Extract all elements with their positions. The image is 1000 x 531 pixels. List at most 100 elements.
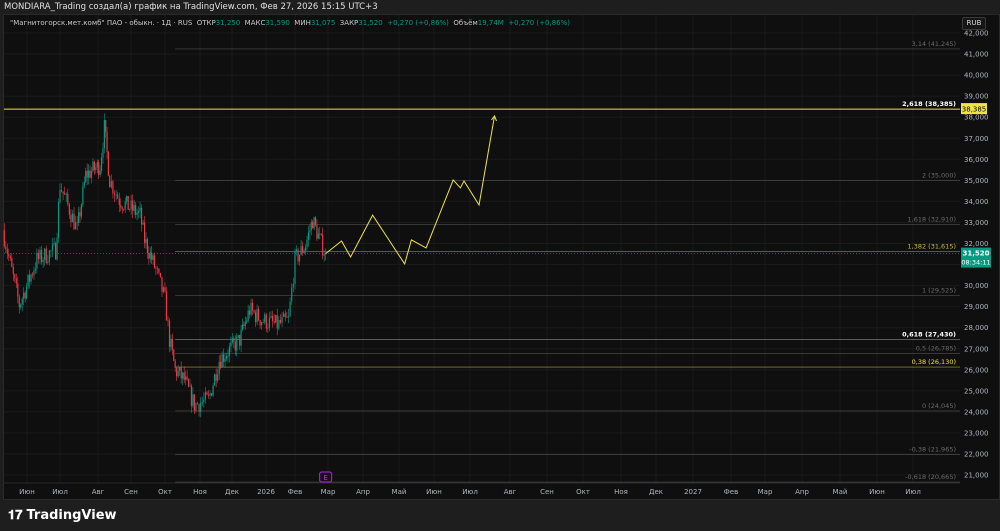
- candle-body: [99, 170, 101, 175]
- candle-body: [53, 243, 55, 245]
- candle-body: [3, 230, 5, 247]
- price-tick-label: 38,000: [964, 114, 989, 122]
- price-tick-label: 23,000: [964, 429, 989, 437]
- candle-body: [168, 320, 171, 347]
- candle-body: [259, 320, 261, 326]
- candle-body: [110, 181, 112, 188]
- symbol-name[interactable]: "Магнитогорск.мет.комб" ПАО - обыкн. · 1…: [10, 19, 192, 27]
- candle-body: [322, 234, 324, 256]
- fib-level-label: 1,618 (32,910): [908, 215, 957, 223]
- candle-body: [224, 358, 226, 362]
- candle-body: [212, 385, 214, 396]
- candle-body: [295, 249, 298, 251]
- candle-body: [98, 162, 100, 175]
- candle-body: [158, 268, 160, 273]
- candle-body: [139, 207, 141, 211]
- price-tick-label: 24,000: [964, 408, 989, 416]
- price-tick-label: 40,000: [964, 72, 989, 80]
- candle-body: [62, 191, 64, 194]
- candle-body: [230, 342, 232, 347]
- time-tick-label: Авг: [92, 488, 105, 496]
- candle-body: [183, 372, 185, 380]
- candle-body: [121, 207, 123, 210]
- candle-body: [83, 181, 85, 187]
- last-price-badge-price: 31,520: [962, 250, 989, 258]
- candle-body: [233, 338, 235, 342]
- candle-body: [309, 230, 311, 233]
- time-tick-label: Сен: [124, 488, 138, 496]
- candle-body: [198, 404, 200, 412]
- price-tick-label: 25,000: [964, 387, 989, 395]
- candle-body: [306, 239, 308, 248]
- candle-body: [59, 189, 61, 203]
- tradingview-logo[interactable]: 𝟏𝟕 TradingView: [8, 508, 117, 523]
- candle-body: [5, 246, 7, 250]
- candle-body: [144, 222, 146, 243]
- candle-body: [278, 320, 280, 329]
- candle-body: [156, 268, 159, 270]
- candle-body: [151, 252, 153, 260]
- candle-body: [20, 304, 22, 308]
- time-tick-label: Июл: [52, 488, 68, 496]
- candle-body: [42, 259, 44, 263]
- candle-body: [204, 392, 206, 400]
- time-tick-label: Авг: [504, 488, 517, 496]
- candle-body: [192, 394, 194, 406]
- low-value: 31,075: [310, 19, 336, 27]
- high-value: 31,590: [265, 19, 290, 27]
- candle-body: [203, 399, 205, 402]
- candle-body: [289, 301, 291, 317]
- candle-body: [155, 267, 157, 269]
- candle-body: [319, 233, 321, 235]
- candle-body: [129, 209, 131, 210]
- candle-body: [127, 195, 129, 210]
- candle-body: [95, 167, 97, 171]
- candle-body: [44, 248, 46, 260]
- candle-body: [215, 374, 217, 381]
- price-tick-label: 37,000: [964, 135, 989, 143]
- candle-body: [106, 132, 108, 153]
- price-tick-label: 21,000: [964, 472, 989, 480]
- candle-body: [123, 209, 125, 211]
- price-tick-label: 27,000: [964, 345, 989, 353]
- earnings-marker-label: E: [323, 474, 327, 482]
- candle-body: [173, 349, 175, 361]
- time-tick-label: Мар: [321, 488, 336, 496]
- time-tick-label: Апр: [356, 488, 370, 496]
- price-tick-label: 42,000: [964, 30, 989, 38]
- candle-body: [210, 393, 213, 396]
- time-tick-label: Окт: [158, 488, 172, 496]
- price-tick-label: 32,000: [964, 240, 989, 248]
- chart-canvas: 21,000 22,000 23,000 24,000 25,000 26,000 27,0…: [3, 15, 991, 496]
- candle-body: [284, 313, 286, 317]
- target-price-badge-label: 38,385: [962, 106, 987, 114]
- candle-body: [27, 274, 29, 287]
- candle-body: [120, 205, 122, 208]
- time-tick-label: Июл: [905, 488, 921, 496]
- candle-body: [152, 255, 154, 260]
- candle-body: [253, 310, 255, 313]
- candle-body: [201, 401, 203, 404]
- currency-button[interactable]: RUB: [962, 17, 986, 30]
- candle-body: [286, 316, 288, 318]
- candle-body: [312, 222, 314, 229]
- price-tick-label: 39,000: [964, 93, 989, 101]
- candle-body: [39, 249, 41, 259]
- candle-body: [124, 201, 126, 210]
- candle-body: [267, 327, 269, 329]
- candle-body: [227, 356, 229, 357]
- candle-body: [320, 233, 322, 235]
- candle-body: [189, 385, 191, 387]
- price-tick-label: 22,000: [964, 451, 989, 459]
- candle-body: [88, 170, 90, 178]
- price-tick-label: 41,000: [964, 51, 989, 59]
- candle-body: [118, 198, 120, 206]
- candle-body: [164, 287, 166, 292]
- candle-body: [105, 120, 107, 133]
- candle-body: [174, 360, 176, 368]
- candle-body: [256, 309, 258, 323]
- candle-body: [176, 367, 178, 377]
- candle-body: [149, 252, 151, 259]
- candle-body: [250, 302, 252, 315]
- candle-body: [243, 324, 245, 326]
